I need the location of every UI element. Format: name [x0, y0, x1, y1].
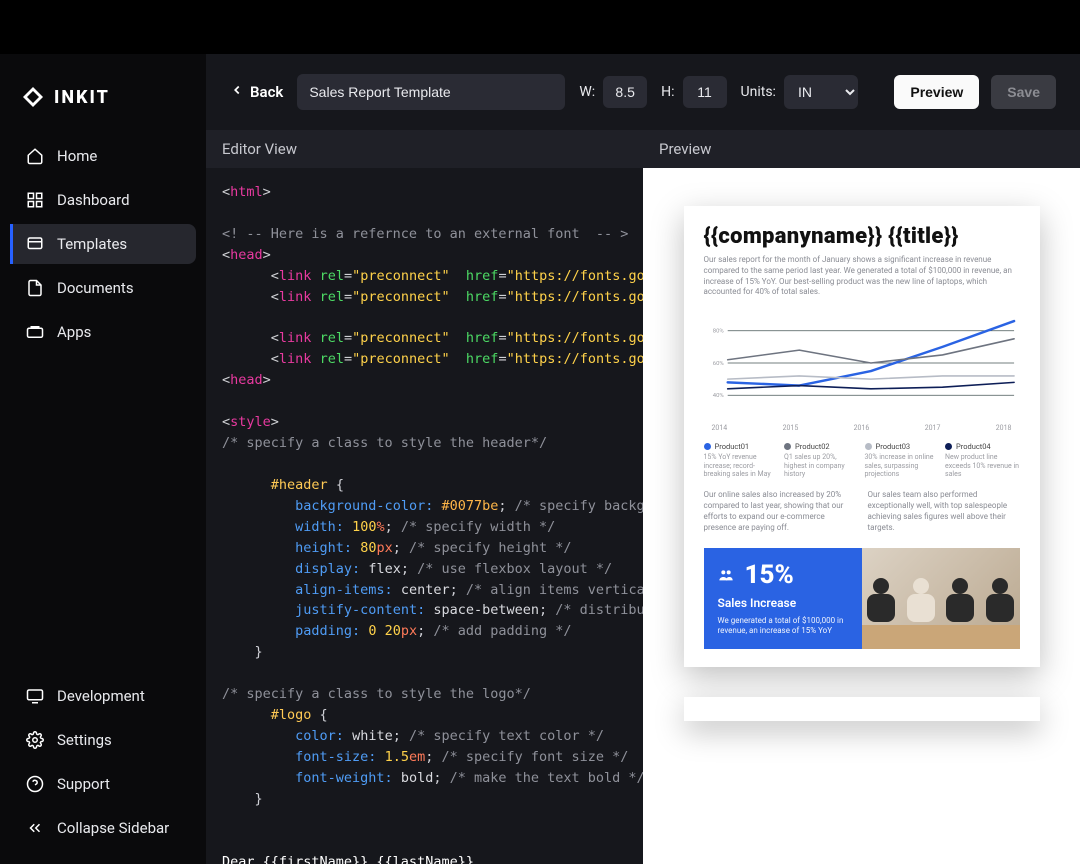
x-tick: 2018 [996, 424, 1012, 432]
sidebar-item-development[interactable]: Development [10, 676, 196, 716]
width-label: W: [579, 84, 595, 100]
main: Back W: H: Units: IN Preview Save [206, 54, 1080, 864]
highlight-percent: 15% [744, 560, 793, 590]
width-control: W: [579, 76, 647, 108]
back-label: Back [250, 83, 283, 101]
preview-document: {{companyname}} {{title}} Our sales repo… [684, 206, 1040, 667]
sidebar-item-templates[interactable]: Templates [10, 224, 196, 264]
chart-legend: Product01 15% YoY revenue increase; reco… [704, 442, 1020, 478]
gear-icon [25, 730, 45, 750]
x-tick: 2015 [783, 424, 799, 432]
units-control: Units: IN [741, 75, 858, 109]
preview-document-next-page [684, 697, 1040, 721]
svg-text:40%: 40% [712, 393, 724, 399]
sales-chart: 40% 60% 80% [704, 308, 1020, 418]
legend-label: Product03 [876, 442, 911, 451]
legend-label: Product04 [956, 442, 991, 451]
sidebar-item-label: Collapse Sidebar [57, 819, 169, 837]
templates-icon [25, 234, 45, 254]
legend-item: Product02 Q1 sales up 20%, highest in co… [784, 442, 859, 478]
code-editor[interactable]: <html> <! -- Here is a refernce to an ex… [206, 168, 643, 864]
split-view: <html> <! -- Here is a refernce to an ex… [206, 168, 1080, 864]
legend-item: Product01 15% YoY revenue increase; reco… [704, 442, 779, 478]
sidebar-item-label: Documents [57, 279, 134, 297]
doc-col-left: Our online sales also increased by 20% c… [704, 490, 856, 533]
preview-pane: {{companyname}} {{title}} Our sales repo… [643, 168, 1080, 864]
sidebar-item-support[interactable]: Support [10, 764, 196, 804]
sidebar-item-label: Apps [57, 323, 91, 341]
legend-label: Product02 [795, 442, 830, 451]
svg-text:60%: 60% [712, 361, 724, 367]
sidebar-item-documents[interactable]: Documents [10, 268, 196, 308]
units-label: Units: [741, 84, 776, 100]
pane-headers: Editor View Preview [206, 130, 1080, 168]
chevron-left-icon [230, 83, 244, 101]
legend-desc: 30% increase in online sales, surpassing… [865, 453, 940, 478]
height-input[interactable] [683, 76, 727, 108]
topbar: Back W: H: Units: IN Preview Save [206, 54, 1080, 130]
height-label: H: [661, 84, 674, 100]
primary-nav: Home Dashboard Templates Documents [10, 136, 196, 352]
x-tick: 2016 [854, 424, 870, 432]
legend-dot-icon [945, 443, 952, 450]
apps-icon [25, 322, 45, 342]
sidebar: INKIT Home Dashboard Templates [0, 54, 206, 864]
legend-dot-icon [784, 443, 791, 450]
brand-logo: INKIT [10, 70, 196, 136]
sidebar-item-label: Home [57, 147, 97, 165]
highlight-image [862, 548, 1020, 650]
template-name-input[interactable] [297, 74, 565, 110]
highlight-title: Sales Increase [718, 596, 850, 610]
sidebar-item-dashboard[interactable]: Dashboard [10, 180, 196, 220]
monitor-icon [25, 686, 45, 706]
sidebar-item-label: Dashboard [57, 191, 130, 209]
sidebar-item-collapse[interactable]: Collapse Sidebar [10, 808, 196, 848]
legend-desc: 15% YoY revenue increase; record-breakin… [704, 453, 779, 478]
doc-col-right: Our sales team also performed exceptiona… [868, 490, 1020, 533]
documents-icon [25, 278, 45, 298]
legend-label: Product01 [715, 442, 750, 451]
help-icon [25, 774, 45, 794]
legend-dot-icon [865, 443, 872, 450]
x-tick: 2017 [925, 424, 941, 432]
sidebar-item-label: Support [57, 775, 110, 793]
legend-desc: New product line exceeds 10% revenue in … [945, 453, 1020, 478]
home-icon [25, 146, 45, 166]
sidebar-item-settings[interactable]: Settings [10, 720, 196, 760]
legend-dot-icon [704, 443, 711, 450]
height-control: H: [661, 76, 726, 108]
secondary-nav: Development Settings Support Collapse Si… [10, 676, 196, 848]
highlight-text: We generated a total of $100,000 in reve… [718, 616, 850, 638]
x-tick: 2014 [712, 424, 728, 432]
highlight-card: 15% Sales Increase We generated a total … [704, 548, 862, 650]
sidebar-item-label: Development [57, 687, 145, 705]
back-button[interactable]: Back [230, 83, 283, 101]
doc-title: {{companyname}} {{title}} [704, 224, 1020, 249]
sidebar-item-home[interactable]: Home [10, 136, 196, 176]
width-input[interactable] [603, 76, 647, 108]
units-select[interactable]: IN [784, 75, 858, 109]
sidebar-item-apps[interactable]: Apps [10, 312, 196, 352]
brand-name: INKIT [54, 87, 110, 108]
editor-pane-title: Editor View [206, 130, 643, 168]
preview-button[interactable]: Preview [894, 75, 979, 109]
legend-item: Product03 30% increase in online sales, … [865, 442, 940, 478]
dashboard-icon [25, 190, 45, 210]
highlight-row: 15% Sales Increase We generated a total … [704, 548, 1020, 650]
sidebar-item-label: Templates [57, 235, 127, 253]
save-button[interactable]: Save [991, 75, 1056, 109]
collapse-icon [25, 818, 45, 838]
people-icon [718, 572, 737, 586]
preview-pane-title: Preview [643, 130, 1080, 168]
svg-text:80%: 80% [712, 329, 724, 335]
legend-item: Product04 New product line exceeds 10% r… [945, 442, 1020, 478]
sidebar-item-label: Settings [57, 731, 112, 749]
brand-mark-icon [20, 84, 46, 110]
chart-x-ticks: 2014 2015 2016 2017 2018 [704, 424, 1020, 432]
doc-summary: Our sales report for the month of Januar… [704, 255, 1020, 298]
legend-desc: Q1 sales up 20%, highest in company hist… [784, 453, 859, 478]
